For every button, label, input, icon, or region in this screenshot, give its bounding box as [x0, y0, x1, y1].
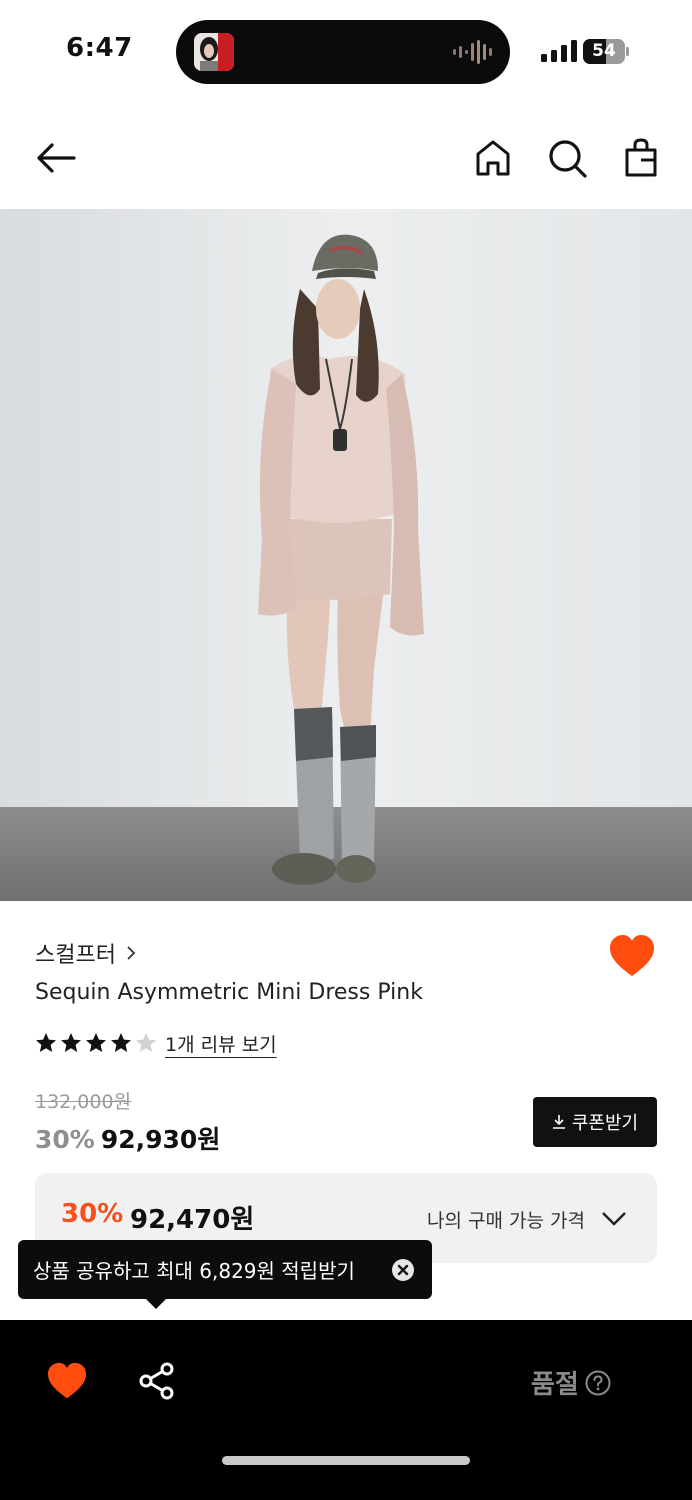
sale-price: 92,930원 [100, 1125, 221, 1154]
arrow-left-icon[interactable] [32, 134, 80, 182]
star-filled-icon [86, 1033, 106, 1052]
brand-name: 스컬프터 [35, 943, 116, 968]
soldout-status: 품절 [531, 1364, 611, 1401]
dynamic-island[interactable] [176, 20, 510, 84]
star-filled-icon [36, 1033, 56, 1052]
status-bar: 6:47 54 [0, 0, 692, 100]
top-navigation-bar [0, 110, 692, 208]
rating-row: 1개 리뷰 보기 [35, 1028, 277, 1058]
star-empty-icon [136, 1033, 156, 1052]
home-icon[interactable] [469, 134, 517, 182]
star-filled-icon [61, 1033, 81, 1052]
now-playing-thumbnail [194, 33, 234, 71]
soldout-label: 품절 [531, 1370, 579, 1400]
star-rating [35, 1032, 157, 1054]
bottom-action-bar: 품절 [0, 1320, 692, 1500]
question-circle-icon[interactable] [585, 1370, 611, 1396]
close-icon[interactable] [391, 1258, 415, 1282]
share-reward-tooltip: 상품 공유하고 최대 6,829원 적립받기 [18, 1240, 432, 1309]
download-icon [552, 1115, 565, 1129]
tooltip-arrow [146, 1299, 166, 1309]
product-photo[interactable] [0, 209, 692, 901]
original-price: 132,000원 [35, 1091, 132, 1113]
heart-icon[interactable] [46, 1362, 88, 1400]
tooltip-text: 상품 공유하고 최대 6,829원 적립받기 [33, 1259, 355, 1283]
star-filled-icon [111, 1033, 131, 1052]
shopping-bag-icon[interactable] [617, 134, 665, 182]
audio-wave-icon [453, 40, 492, 64]
my-discount-rate: 30% [61, 1199, 124, 1229]
coupon-button[interactable]: 쿠폰받기 [533, 1097, 657, 1147]
share-icon[interactable] [138, 1362, 176, 1400]
battery-icon: 54 [583, 39, 629, 64]
brand-link[interactable]: 스컬프터 [35, 938, 138, 968]
my-price: 92,470원 [130, 1205, 255, 1235]
price-row: 30% 92,930원 [35, 1120, 220, 1156]
status-time: 6:47 [66, 33, 133, 63]
chevron-down-icon[interactable] [601, 1209, 627, 1227]
product-name: Sequin Asymmetric Mini Dress Pink [35, 980, 423, 1005]
heart-icon[interactable] [608, 934, 656, 978]
battery-level-text: 54 [592, 41, 616, 61]
home-indicator [222, 1456, 470, 1465]
my-price-label: 나의 구매 가능 가격 [427, 1210, 585, 1232]
search-icon[interactable] [543, 134, 591, 182]
cellular-signal-icon [541, 40, 577, 62]
discount-rate: 30% [35, 1125, 95, 1154]
coupon-button-label: 쿠폰받기 [571, 1113, 639, 1134]
review-link[interactable]: 1개 리뷰 보기 [165, 1030, 277, 1057]
chevron-right-icon [127, 946, 136, 960]
